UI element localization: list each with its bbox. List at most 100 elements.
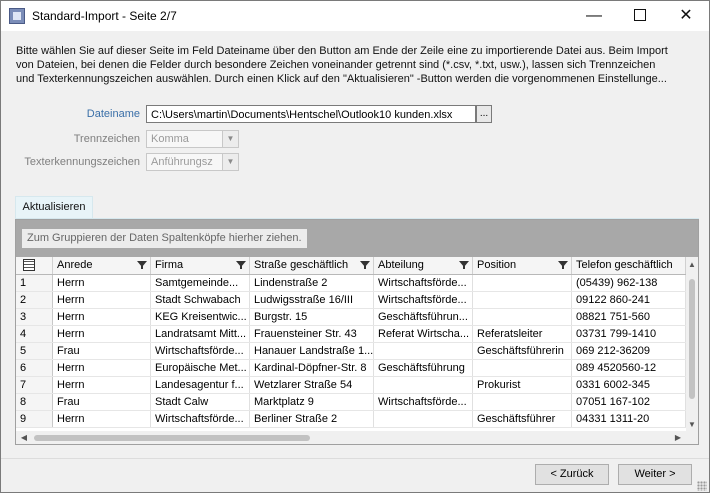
table-cell[interactable]: Referat Wirtscha... <box>374 326 473 342</box>
row-number[interactable]: 7 <box>16 377 53 393</box>
table-cell[interactable]: Herrn <box>53 411 151 427</box>
table-cell[interactable]: Wirtschaftsförde... <box>374 275 473 291</box>
table-cell[interactable]: 09122 860-241 <box>572 292 686 308</box>
horizontal-scroll-thumb[interactable] <box>34 435 310 441</box>
row-number[interactable]: 6 <box>16 360 53 376</box>
table-cell[interactable]: 07051 167-102 <box>572 394 686 410</box>
texterkennung-select[interactable]: Anführungsz ▼ <box>146 153 239 171</box>
back-button[interactable]: < Zurück <box>535 464 609 485</box>
table-cell[interactable]: Frau <box>53 343 151 359</box>
filter-icon[interactable] <box>360 261 370 269</box>
table-cell[interactable]: Herrn <box>53 275 151 291</box>
row-number[interactable]: 1 <box>16 275 53 291</box>
table-cell[interactable]: 03731 799-1410 <box>572 326 686 342</box>
filter-icon[interactable] <box>236 261 246 269</box>
table-cell[interactable]: Europäische Met... <box>151 360 250 376</box>
table-cell[interactable] <box>473 275 572 291</box>
table-cell[interactable] <box>473 360 572 376</box>
table-cell[interactable]: Herrn <box>53 377 151 393</box>
vertical-scrollbar[interactable]: ▲ ▼ <box>686 257 698 431</box>
table-cell[interactable]: Lindenstraße 2 <box>250 275 374 291</box>
table-cell[interactable]: Geschäftsführer <box>473 411 572 427</box>
scroll-down-icon[interactable]: ▼ <box>686 419 698 431</box>
table-cell[interactable]: Herrn <box>53 309 151 325</box>
table-row[interactable]: 6 Herrn Europäische Met... Kardinal-Döpfner… <box>16 360 686 377</box>
table-cell[interactable]: 089 4520560-12 <box>572 360 686 376</box>
table-cell[interactable]: Wirtschaftsförde... <box>151 343 250 359</box>
table-cell[interactable] <box>473 292 572 308</box>
column-header-anrede[interactable]: Anrede <box>53 257 151 274</box>
table-cell[interactable]: Wirtschaftsförde... <box>374 394 473 410</box>
column-header-abteilung[interactable]: Abteilung <box>374 257 473 274</box>
row-number[interactable]: 3 <box>16 309 53 325</box>
table-cell[interactable]: Wirtschaftsförde... <box>374 292 473 308</box>
table-cell[interactable]: Samtgemeinde... <box>151 275 250 291</box>
table-row[interactable]: 3 Herrn KEG Kreisentwic... Burgstr. 15 Gesch… <box>16 309 686 326</box>
table-cell[interactable]: Burgstr. 15 <box>250 309 374 325</box>
table-cell[interactable]: Prokurist <box>473 377 572 393</box>
table-cell[interactable]: Frau <box>53 394 151 410</box>
table-cell[interactable]: Herrn <box>53 292 151 308</box>
column-header-firma[interactable]: Firma <box>151 257 250 274</box>
row-number[interactable]: 8 <box>16 394 53 410</box>
table-cell[interactable] <box>374 411 473 427</box>
scroll-right-icon[interactable]: ▶ <box>672 431 684 444</box>
minimize-button[interactable]: — <box>571 1 617 31</box>
horizontal-scrollbar[interactable]: ◀ ▶ <box>16 431 686 444</box>
table-row[interactable]: 5 Frau Wirtschaftsförde... Hanauer Landstra… <box>16 343 686 360</box>
table-cell[interactable]: Ludwigsstraße 16/III <box>250 292 374 308</box>
table-cell[interactable]: Stadt Schwabach <box>151 292 250 308</box>
table-cell[interactable]: Hanauer Landstraße 1... <box>250 343 374 359</box>
table-cell[interactable]: Marktplatz 9 <box>250 394 374 410</box>
table-row[interactable]: 4 Herrn Landratsamt Mitt... Frauensteiner S… <box>16 326 686 343</box>
filter-icon[interactable] <box>137 261 147 269</box>
next-button[interactable]: Weiter > <box>618 464 692 485</box>
table-row[interactable]: 1 Herrn Samtgemeinde... Lindenstraße 2 Wirts… <box>16 275 686 292</box>
table-cell[interactable]: Wirtschaftsförde... <box>151 411 250 427</box>
table-cell[interactable]: Landesagentur f... <box>151 377 250 393</box>
scroll-left-icon[interactable]: ◀ <box>18 431 30 444</box>
filter-icon[interactable] <box>558 261 568 269</box>
column-header-position[interactable]: Position <box>473 257 572 274</box>
table-row[interactable]: 7 Herrn Landesagentur f... Wetzlarer Straße… <box>16 377 686 394</box>
select-all-cell[interactable] <box>16 257 53 274</box>
scroll-up-icon[interactable]: ▲ <box>686 259 698 271</box>
table-cell[interactable]: Stadt Calw <box>151 394 250 410</box>
tab-aktualisieren[interactable]: Aktualisieren <box>15 196 93 218</box>
table-cell[interactable]: 069 212-36209 <box>572 343 686 359</box>
table-cell[interactable]: Wetzlarer Straße 54 <box>250 377 374 393</box>
table-row[interactable]: 8 Frau Stadt Calw Marktplatz 9 Wirtschaftsfö… <box>16 394 686 411</box>
table-cell[interactable]: (05439) 962-138 <box>572 275 686 291</box>
dateiname-input[interactable]: C:\Users\martin\Documents\Hentschel\Outl… <box>146 105 476 123</box>
table-cell[interactable]: 0331 6002-345 <box>572 377 686 393</box>
table-cell[interactable]: 04331 1311-20 <box>572 411 686 427</box>
group-panel[interactable]: Zum Gruppieren der Daten Spaltenköpfe hi… <box>16 220 698 257</box>
table-cell[interactable]: Berliner Straße 2 <box>250 411 374 427</box>
table-cell[interactable] <box>473 309 572 325</box>
browse-button[interactable]: ... <box>476 105 492 123</box>
table-cell[interactable]: Geschäftsführun... <box>374 309 473 325</box>
row-number[interactable]: 2 <box>16 292 53 308</box>
row-number[interactable]: 5 <box>16 343 53 359</box>
table-cell[interactable]: Landratsamt Mitt... <box>151 326 250 342</box>
table-cell[interactable]: Geschäftsführerin <box>473 343 572 359</box>
table-cell[interactable]: KEG Kreisentwic... <box>151 309 250 325</box>
table-cell[interactable]: Kardinal-Döpfner-Str. 8 <box>250 360 374 376</box>
table-row[interactable]: 2 Herrn Stadt Schwabach Ludwigsstraße 16/II… <box>16 292 686 309</box>
trennzeichen-select[interactable]: Komma ▼ <box>146 130 239 148</box>
table-row[interactable]: 9 Herrn Wirtschaftsförde... Berliner Straße… <box>16 411 686 428</box>
table-cell[interactable]: Geschäftsführung <box>374 360 473 376</box>
table-cell[interactable]: Herrn <box>53 360 151 376</box>
vertical-scroll-thumb[interactable] <box>689 279 695 399</box>
table-cell[interactable] <box>473 394 572 410</box>
table-cell[interactable] <box>374 377 473 393</box>
row-number[interactable]: 4 <box>16 326 53 342</box>
column-header-strasse[interactable]: Straße geschäftlich <box>250 257 374 274</box>
filter-icon[interactable] <box>459 261 469 269</box>
table-cell[interactable]: Referatsleiter <box>473 326 572 342</box>
column-header-telefon[interactable]: Telefon geschäftlich <box>572 257 686 274</box>
resize-grip-icon[interactable] <box>697 481 707 491</box>
table-cell[interactable] <box>374 343 473 359</box>
table-cell[interactable]: Herrn <box>53 326 151 342</box>
row-number[interactable]: 9 <box>16 411 53 427</box>
